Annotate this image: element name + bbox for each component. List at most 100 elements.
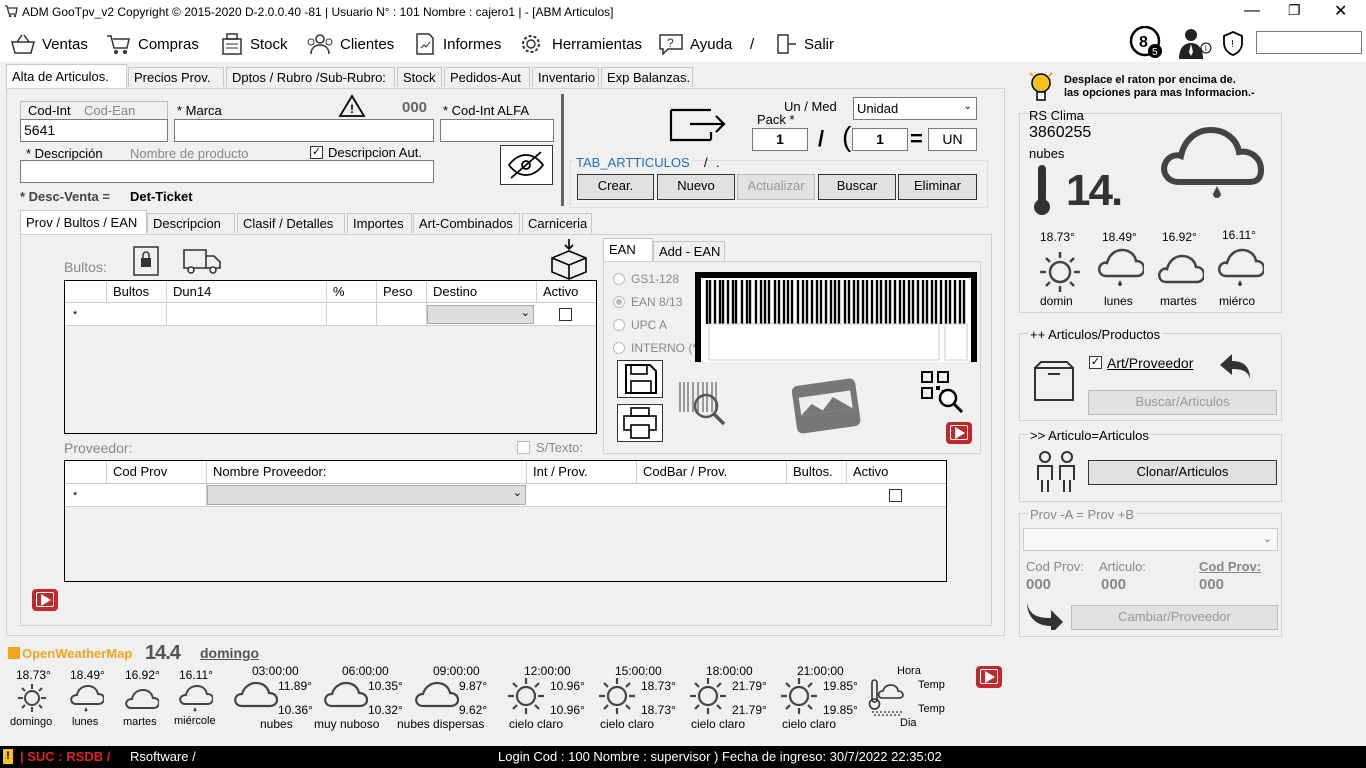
lock-box-icon[interactable] [133,246,159,276]
col-int-prov[interactable]: Int / Prov. [527,461,637,483]
tab-exp-balanzas[interactable]: Exp Balanzas. [601,67,693,87]
video-help-icon[interactable] [946,422,972,444]
nuevo-button[interactable]: Nuevo [657,174,735,200]
col-cod-prov[interactable]: Cod Prov [107,461,207,483]
codean-label[interactable]: Cod-Ean [84,103,135,118]
clock-badge-icon[interactable]: 85 [1128,26,1168,60]
clonar-articulos-button[interactable]: Clonar/Articulos [1088,460,1277,485]
table-row[interactable]: * ⌄ [65,484,946,507]
radio-interno[interactable] [613,342,625,354]
menu-informes[interactable]: Informes [413,32,501,56]
qr-search-icon[interactable] [920,370,964,414]
restore-button[interactable]: ❐ [1288,2,1301,19]
proveedor-select[interactable]: ⌄ [1023,528,1278,551]
codint-input[interactable]: 5641 [20,119,168,142]
minimize-button[interactable]: — [1244,2,1260,20]
menu-salir[interactable]: Salir [774,32,834,56]
table-row[interactable]: * ⌄ [65,303,596,326]
col-bultos[interactable]: Bultos [107,281,167,303]
col-nombre-proveedor[interactable]: Nombre Proveedor: [207,461,527,483]
activo-checkbox[interactable] [559,308,572,321]
package-download-icon[interactable] [548,238,590,280]
art-proveedor-label[interactable]: Art/Proveedor [1107,355,1193,371]
title-bar: ADM GooTpv_v2 Copyright © 2015-2020 D-2.… [0,0,1366,24]
menu-herramientas[interactable]: Herramientas [520,32,642,56]
actualizar-button[interactable]: Actualizar [737,174,815,200]
menu-compras[interactable]: Compras [106,32,199,56]
col-destino[interactable]: Destino [427,281,537,303]
tab-pedidos-aut[interactable]: Pedidos-Aut [444,67,530,87]
transfer-icon[interactable] [668,104,730,144]
menu-ayuda[interactable]: ? Ayuda [658,32,732,56]
truck-icon[interactable] [182,246,222,276]
subtab-clasif[interactable]: Clasif / Detalles [237,213,345,233]
stexto-checkbox[interactable] [517,441,530,454]
menu-salir-label: Salir [804,35,835,53]
shield-icon[interactable]: ! [1220,30,1246,56]
cambio-codprov2-label[interactable]: Cod Prov: [1199,559,1261,574]
tab-precios-prov[interactable]: Precios Prov. [128,67,224,87]
buscar-articulos-button[interactable]: Buscar/Articulos [1088,390,1277,415]
radio-gs1[interactable] [613,273,625,285]
cambiar-proveedor-button[interactable]: Cambiar/Proveedor [1071,605,1278,630]
pack-input[interactable]: 1 [752,128,808,151]
subtab-art-combinados[interactable]: Art-Combinados [413,213,520,233]
menu-stock[interactable]: Stock [220,32,288,56]
subtab-descripcion[interactable]: Descripcion [147,213,235,233]
activo-checkbox[interactable] [889,489,902,502]
cell-bultos[interactable] [107,303,167,325]
radio-ean813[interactable] [613,296,625,308]
alfa-input[interactable] [440,119,554,142]
eliminar-button[interactable]: Eliminar [898,174,977,200]
cell-peso[interactable] [377,303,427,325]
subtab-importes[interactable]: Importes [347,213,412,233]
cell-percent[interactable] [327,303,377,325]
qty-input[interactable]: 1 [852,128,908,151]
warning-icon[interactable]: ! [338,94,366,118]
add-ean-tab[interactable]: Add - EAN [653,241,725,261]
video-help-icon[interactable] [32,589,58,611]
tab-inventario[interactable]: Inventario [532,67,599,87]
tab-alta-articulos[interactable]: Alta de Articulos. [6,64,127,88]
quick-search-input[interactable] [1256,31,1362,54]
col-codbar-prov[interactable]: CodBar / Prov. [637,461,787,483]
bultos-grid[interactable]: Bultos Dun14 % Peso Destino Activo * ⌄ [64,280,597,434]
image-placeholder-icon[interactable] [788,372,864,438]
col-percent[interactable]: % [327,281,377,303]
forecast-day[interactable]: domingo [200,645,259,661]
desc-aut-checkbox[interactable]: ✓ [310,146,323,159]
ean-tab[interactable]: EAN [603,238,653,262]
tab-dptos-rubro[interactable]: Dptos / Rubro /Sub-Rubro: [226,67,395,87]
subtab-carniceria[interactable]: Carniceria [522,213,592,233]
buscar-button[interactable]: Buscar [818,174,896,200]
art-proveedor-checkbox[interactable]: ✓ [1089,356,1102,369]
print-button[interactable] [617,404,663,442]
col-activo[interactable]: Activo [537,281,596,303]
subtab-prov-bultos[interactable]: Prov / Bultos / EAN [20,210,147,234]
cell-cod-prov[interactable] [107,484,207,506]
col-bultos[interactable]: Bultos. [787,461,847,483]
crear-button[interactable]: Crear. [577,174,654,200]
marca-input[interactable] [174,119,434,142]
radio-upca[interactable] [613,319,625,331]
menu-ventas[interactable]: Ventas [10,32,88,56]
proveedor-dropdown[interactable]: ⌄ [207,485,526,505]
unidad-select[interactable]: Unidad ⌄ [853,97,977,120]
save-button[interactable] [617,360,663,398]
hide-toggle-button[interactable] [500,145,553,185]
col-activo[interactable]: Activo [847,461,946,483]
menu-clientes[interactable]: Clientes [306,32,394,56]
video-help-icon[interactable] [976,666,1002,688]
descripcion-input[interactable] [20,160,434,183]
close-button[interactable]: ✕ [1334,1,1347,21]
cell-dun14[interactable] [167,303,327,325]
un-input[interactable]: UN [928,128,977,151]
user-info-icon[interactable]: i [1174,26,1214,60]
col-peso[interactable]: Peso [377,281,427,303]
tab-stock[interactable]: Stock [397,67,442,87]
proveedor-grid[interactable]: Cod Prov Nombre Proveedor: Int / Prov. C… [64,460,947,582]
col-dun14[interactable]: Dun14 [167,281,327,303]
undo-arrow-icon[interactable] [1218,350,1254,382]
destino-dropdown[interactable]: ⌄ [427,305,534,324]
barcode-search-icon[interactable] [676,378,728,430]
